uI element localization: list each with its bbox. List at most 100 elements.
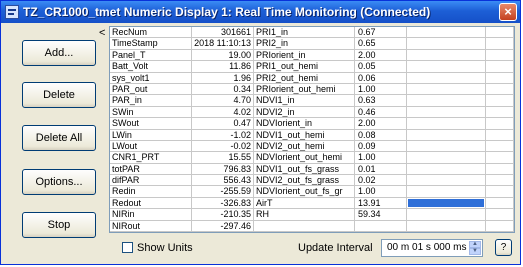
left-field-name[interactable]: NIRout <box>110 220 192 232</box>
table-row: RecNum 301661 PRI1_in 0.67 <box>110 27 514 39</box>
right-field-name[interactable]: NDVI1_in <box>254 95 355 106</box>
right-field-value[interactable]: 2.00 <box>355 49 407 61</box>
right-field-value[interactable]: 0.02 <box>355 175 407 186</box>
left-field-value[interactable]: -297.46 <box>192 220 254 232</box>
left-field-name[interactable]: totPAR <box>110 163 192 175</box>
title-bar[interactable]: TZ_CR1000_tmet Numeric Display 1: Real T… <box>1 1 520 23</box>
right-field-value[interactable]: 2.00 <box>355 118 407 129</box>
empty-cell <box>486 61 514 72</box>
left-field-value[interactable]: 4.70 <box>192 95 254 106</box>
right-field-value[interactable]: 0.01 <box>355 163 407 175</box>
collapse-arrow-icon[interactable]: < <box>99 27 105 39</box>
left-field-value[interactable]: 15.55 <box>192 152 254 163</box>
right-field-name[interactable]: PRI1_in <box>254 27 355 38</box>
left-field-name[interactable]: difPAR <box>110 175 192 186</box>
right-field-value[interactable]: 0.63 <box>355 95 407 106</box>
numeric-display-window: TZ_CR1000_tmet Numeric Display 1: Real T… <box>0 0 521 265</box>
right-field-value[interactable]: 13.91 <box>355 197 407 209</box>
right-field-name[interactable]: NDVIorient_out_hemi <box>254 152 355 163</box>
left-field-value[interactable]: 0.47 <box>192 118 254 129</box>
value-bar-cell <box>407 27 486 38</box>
delete-all-button[interactable]: Delete All <box>22 125 96 151</box>
left-field-value[interactable]: -210.35 <box>192 209 254 220</box>
left-field-name[interactable]: RecNum <box>110 27 192 38</box>
right-field-name[interactable]: PRI2_in <box>254 38 355 49</box>
empty-cell <box>486 95 514 106</box>
right-field-value[interactable]: 0.67 <box>355 27 407 38</box>
left-field-name[interactable]: CNR1_PRT <box>110 152 192 163</box>
show-units-checkbox[interactable] <box>122 242 133 253</box>
value-bar-cell <box>407 140 486 152</box>
right-field-value[interactable]: 1.00 <box>355 83 407 95</box>
left-field-value[interactable]: 4.02 <box>192 106 254 118</box>
right-field-name[interactable]: PRI1_out_hemi <box>254 61 355 72</box>
right-field-name[interactable]: PRI2_out_hemi <box>254 72 355 83</box>
left-field-name[interactable]: Panel_T <box>110 49 192 61</box>
left-field-value[interactable]: 2018 11:10:13 <box>192 38 254 49</box>
left-field-name[interactable]: NIRin <box>110 209 192 220</box>
left-field-name[interactable]: Redin <box>110 186 192 197</box>
left-field-name[interactable]: Batt_Volt <box>110 61 192 72</box>
left-field-name[interactable]: SWin <box>110 106 192 118</box>
left-field-value[interactable]: -0.02 <box>192 140 254 152</box>
left-field-name[interactable]: LWout <box>110 140 192 152</box>
help-button[interactable]: ? <box>495 239 512 256</box>
right-field-name[interactable]: NDVI2_out_fs_grass <box>254 175 355 186</box>
right-field-name[interactable]: RH <box>254 209 355 220</box>
left-field-value[interactable]: -326.83 <box>192 197 254 209</box>
options-button[interactable]: Options... <box>22 169 96 195</box>
value-bar-cell <box>407 118 486 129</box>
left-field-name[interactable]: sys_volt1 <box>110 72 192 83</box>
right-field-name[interactable]: NDVI1_out_fs_grass <box>254 163 355 175</box>
update-interval-input[interactable]: 00 m 01 s 000 ms ▲ ▼ <box>381 239 483 257</box>
table-row: LWin -1.02 NDVI1_out_hemi 0.08 <box>110 129 514 141</box>
left-field-name[interactable]: PAR_in <box>110 95 192 106</box>
right-field-name[interactable]: NDVI1_out_hemi <box>254 129 355 140</box>
right-field-value[interactable]: 0.09 <box>355 140 407 152</box>
right-field-value[interactable]: 0.08 <box>355 129 407 140</box>
right-field-name[interactable]: NDVI2_in <box>254 106 355 118</box>
value-bar-cell <box>407 61 486 72</box>
right-field-value[interactable]: 1.00 <box>355 152 407 163</box>
right-field-value[interactable]: 0.46 <box>355 106 407 118</box>
right-field-name[interactable]: PRIorient_out_hemi <box>254 83 355 95</box>
table-row: totPAR 796.83 NDVI1_out_fs_grass 0.01 <box>110 163 514 176</box>
left-field-value[interactable]: 1.96 <box>192 72 254 83</box>
stop-button[interactable]: Stop <box>22 212 96 238</box>
right-field-value[interactable] <box>355 220 407 232</box>
add-button[interactable]: Add... <box>22 40 96 66</box>
right-field-name[interactable]: NDVI2_out_hemi <box>254 140 355 152</box>
right-field-value[interactable]: 0.06 <box>355 72 407 83</box>
left-field-value[interactable]: -1.02 <box>192 129 254 140</box>
spin-up-icon[interactable]: ▲ <box>469 241 481 248</box>
left-field-value[interactable]: 301661 <box>192 27 254 38</box>
right-field-name[interactable]: NDVIorient_out_fs_gr <box>254 186 355 197</box>
left-field-value[interactable]: -255.59 <box>192 186 254 197</box>
right-field-value[interactable]: 0.05 <box>355 61 407 72</box>
right-field-name[interactable] <box>254 220 355 232</box>
left-field-name[interactable]: PAR_out <box>110 83 192 95</box>
left-field-name[interactable]: LWin <box>110 129 192 140</box>
empty-cell <box>486 129 514 140</box>
close-button[interactable]: × <box>499 3 517 21</box>
right-field-name[interactable]: NDVIorient_in <box>254 118 355 129</box>
left-field-value[interactable]: 556.43 <box>192 175 254 186</box>
right-field-name[interactable]: PRIorient_in <box>254 49 355 61</box>
left-field-name[interactable]: Redout <box>110 197 192 209</box>
right-field-value[interactable]: 59.34 <box>355 209 407 220</box>
update-interval-label: Update Interval <box>298 242 373 254</box>
left-field-name[interactable]: TimeStamp <box>110 38 192 49</box>
spin-down-icon[interactable]: ▼ <box>469 248 481 255</box>
left-field-value[interactable]: 19.00 <box>192 49 254 61</box>
right-field-value[interactable]: 1.00 <box>355 186 407 197</box>
table-row: CNR1_PRT 15.55 NDVIorient_out_hemi 1.00 <box>110 152 514 164</box>
left-field-value[interactable]: 11.86 <box>192 61 254 72</box>
empty-cell <box>486 186 514 197</box>
left-field-name[interactable]: SWout <box>110 118 192 129</box>
left-field-value[interactable]: 0.34 <box>192 83 254 95</box>
show-units-label: Show Units <box>137 242 193 254</box>
right-field-value[interactable]: 0.65 <box>355 38 407 49</box>
left-field-value[interactable]: 796.83 <box>192 163 254 175</box>
delete-button[interactable]: Delete <box>22 82 96 108</box>
right-field-name[interactable]: AirT <box>254 197 355 209</box>
